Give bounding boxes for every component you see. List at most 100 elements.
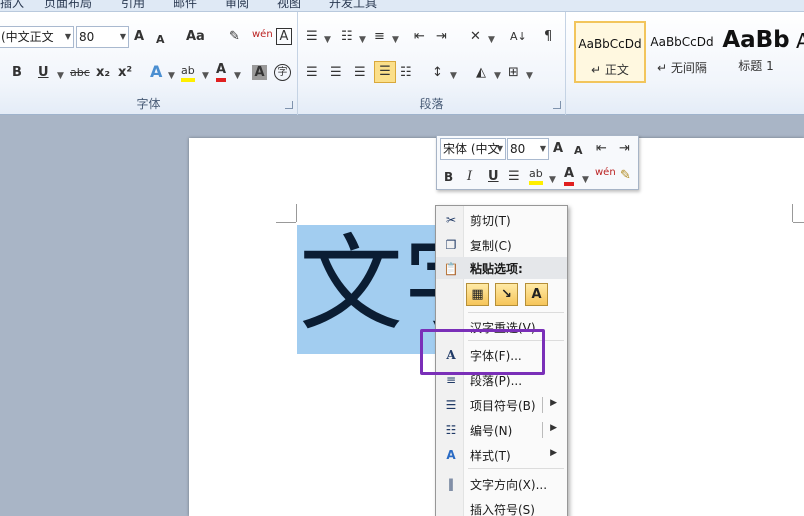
font-name-combo[interactable]: (中文正文 ▼: [0, 26, 74, 48]
shading-icon[interactable]: ◭: [476, 64, 486, 82]
tab-insert[interactable]: 插入: [0, 0, 24, 11]
chevron-down-icon[interactable]: ▼: [540, 139, 546, 159]
font-color-icon[interactable]: A: [216, 62, 227, 82]
tab-view[interactable]: 视图: [277, 0, 301, 11]
justify-icon[interactable]: ☰: [374, 61, 396, 83]
distribute-icon[interactable]: ☷: [400, 64, 412, 82]
menu-split-divider: [542, 422, 543, 438]
crop-mark: [276, 222, 296, 223]
center-icon[interactable]: ☰: [508, 168, 520, 186]
italic-icon[interactable]: I: [467, 168, 472, 186]
submenu-arrow-icon[interactable]: ▶: [550, 398, 557, 408]
subscript-icon[interactable]: x₂: [96, 64, 110, 82]
chevron-down-icon[interactable]: ▼: [168, 67, 175, 85]
phonetic-guide-icon[interactable]: wén: [252, 26, 273, 44]
decrease-indent-icon[interactable]: ⇤: [596, 140, 607, 158]
menu-item-label: 粘贴选项:: [470, 262, 523, 276]
char-border-icon[interactable]: A: [276, 28, 292, 45]
font-color-icon[interactable]: A: [564, 166, 575, 186]
chevron-down-icon[interactable]: ▼: [202, 67, 209, 85]
chevron-down-icon[interactable]: ▼: [488, 31, 495, 49]
numbering-icon[interactable]: ☷: [341, 28, 353, 46]
format-painter-icon[interactable]: ✎: [620, 167, 631, 185]
chevron-down-icon[interactable]: ▼: [497, 139, 503, 159]
chevron-down-icon[interactable]: ▼: [582, 171, 589, 189]
dialog-launcher-icon[interactable]: [553, 101, 561, 109]
strikethrough-icon[interactable]: abc: [70, 64, 90, 82]
chevron-down-icon[interactable]: ▼: [450, 67, 457, 85]
tab-page-layout[interactable]: 页面布局: [44, 0, 92, 11]
clear-format-icon[interactable]: ✎: [229, 28, 240, 46]
underline-icon[interactable]: U: [488, 168, 499, 186]
paste-text-only-icon[interactable]: A: [525, 283, 548, 306]
align-center-icon[interactable]: ☰: [330, 64, 342, 82]
shrink-font-icon[interactable]: A: [156, 31, 165, 49]
menu-item-cut[interactable]: ✂ 剪切(T): [436, 208, 567, 233]
highlight-color-icon[interactable]: ab: [181, 64, 195, 82]
grow-font-icon[interactable]: A: [553, 140, 563, 158]
bullets-icon[interactable]: ☰: [306, 28, 318, 46]
menu-separator: [468, 312, 564, 313]
increase-indent-icon[interactable]: ⇥: [619, 140, 630, 158]
text-effects-icon[interactable]: A: [150, 63, 162, 81]
shrink-font-icon[interactable]: A: [574, 142, 583, 160]
style-heading-2[interactable]: A: [796, 21, 804, 83]
tab-review[interactable]: 审阅: [225, 0, 249, 11]
font-group-label: 字体: [136, 97, 161, 111]
chevron-down-icon[interactable]: ▼: [359, 31, 366, 49]
menu-item-text-direction[interactable]: ‖ 文字方向(X)...: [436, 472, 567, 497]
chevron-down-icon[interactable]: ▼: [234, 67, 241, 85]
bold-icon[interactable]: B: [444, 168, 453, 186]
asian-layout-icon[interactable]: ✕: [470, 28, 481, 46]
tab-mailings[interactable]: 邮件: [173, 0, 197, 11]
enclose-char-icon[interactable]: 字: [274, 64, 291, 81]
paste-keep-formatting-icon[interactable]: ▦: [466, 283, 489, 306]
font-size-value: 80: [79, 30, 95, 44]
sort-icon[interactable]: A↓: [510, 28, 527, 46]
dialog-launcher-icon[interactable]: [285, 101, 293, 109]
highlight-color-icon[interactable]: ab: [529, 167, 543, 185]
increase-indent-icon[interactable]: ⇥: [436, 28, 447, 46]
tab-developer[interactable]: 开发工具: [329, 0, 377, 11]
chevron-down-icon[interactable]: ▼: [324, 31, 331, 49]
chevron-down-icon[interactable]: ▼: [494, 67, 501, 85]
mini-font-size-combo[interactable]: 80 ▼: [507, 138, 549, 160]
phonetic-guide-icon[interactable]: wén: [595, 164, 616, 182]
chevron-down-icon[interactable]: ▼: [526, 67, 533, 85]
menu-item-copy[interactable]: ❐ 复制(C): [436, 233, 567, 258]
font-size-combo[interactable]: 80 ▼: [76, 26, 129, 48]
mini-font-name-combo[interactable]: 宋体 (中文 ▼: [440, 138, 506, 160]
chevron-down-icon[interactable]: ▼: [120, 27, 126, 47]
borders-icon[interactable]: ⊞: [508, 64, 519, 82]
font-name-value: (中文正文: [1, 30, 54, 44]
menu-item-insert-symbol[interactable]: 插入符号(S): [436, 497, 567, 516]
align-right-icon[interactable]: ☰: [354, 64, 366, 82]
multilevel-list-icon[interactable]: ≡: [374, 28, 385, 46]
line-spacing-icon[interactable]: ↕: [432, 64, 443, 82]
chevron-down-icon[interactable]: ▼: [57, 67, 64, 85]
char-shading-icon[interactable]: A: [252, 65, 267, 80]
menu-item-bullets[interactable]: ☰ 项目符号(B) ▶: [436, 393, 567, 418]
clipboard-icon: 📋: [443, 262, 459, 276]
paste-merge-formatting-icon[interactable]: ↘: [495, 283, 518, 306]
style-heading-1[interactable]: AaBb 标题 1: [718, 21, 794, 83]
show-marks-icon[interactable]: ¶: [544, 28, 552, 46]
mini-toolbar: 宋体 (中文 ▼ 80 ▼ A A ⇤ ⇥ B I U ☰ ab ▼ A ▼ wén…: [436, 135, 639, 190]
align-left-icon[interactable]: ☰: [306, 64, 318, 82]
style-normal[interactable]: AaBbCcDd ↵ 正文: [574, 21, 646, 83]
tab-references[interactable]: 引用: [121, 0, 145, 11]
submenu-arrow-icon[interactable]: ▶: [550, 423, 557, 433]
style-no-spacing[interactable]: AaBbCcDd ↵ 无间隔: [646, 21, 718, 83]
chevron-down-icon[interactable]: ▼: [65, 27, 71, 47]
change-case-icon[interactable]: Aa: [186, 28, 205, 46]
menu-item-styles[interactable]: A 样式(T) ▶: [436, 443, 567, 468]
superscript-icon[interactable]: x²: [118, 64, 132, 82]
grow-font-icon[interactable]: A: [134, 28, 144, 46]
bold-icon[interactable]: B: [12, 64, 22, 82]
decrease-indent-icon[interactable]: ⇤: [414, 28, 425, 46]
chevron-down-icon[interactable]: ▼: [392, 31, 399, 49]
underline-icon[interactable]: U: [38, 64, 49, 82]
menu-item-numbering[interactable]: ☷ 编号(N) ▶: [436, 418, 567, 443]
submenu-arrow-icon[interactable]: ▶: [550, 448, 557, 458]
chevron-down-icon[interactable]: ▼: [549, 171, 556, 189]
